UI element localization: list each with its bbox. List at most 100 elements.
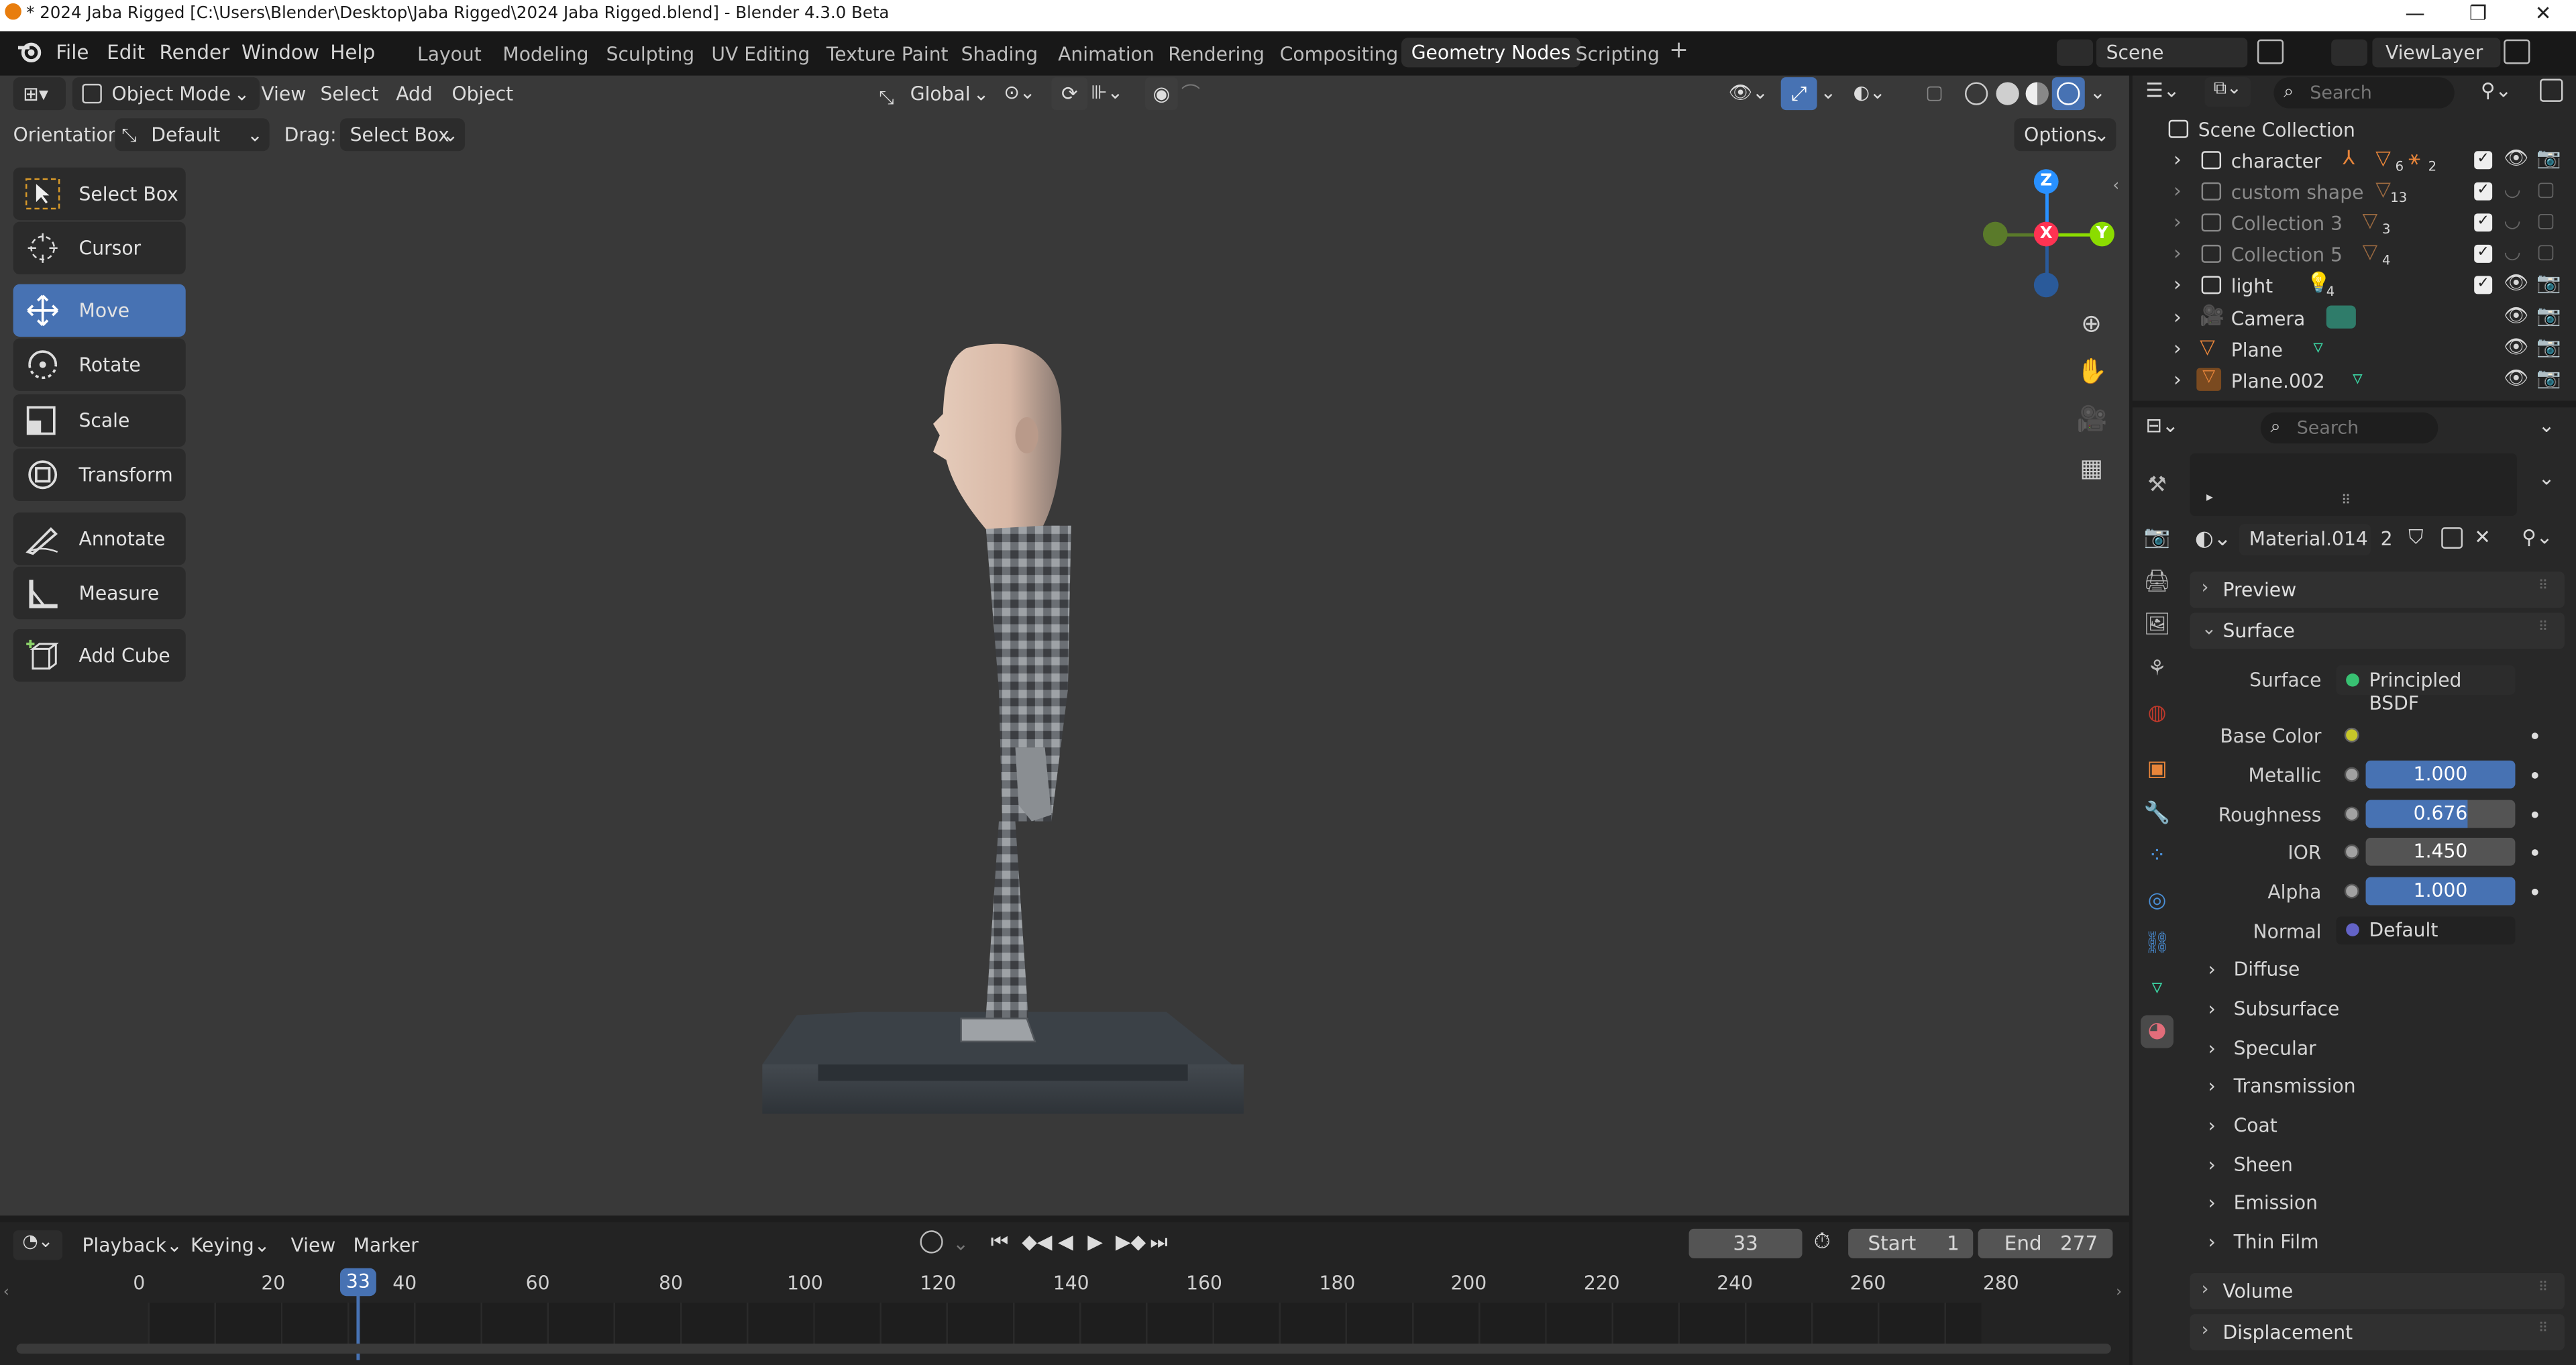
jump-start-icon[interactable]: ⏮: [991, 1230, 1008, 1255]
subsection-diffuse[interactable]: › Diffuse: [2208, 958, 2300, 981]
tool-move[interactable]: Move: [13, 284, 186, 337]
subsection-specular[interactable]: › Specular: [2208, 1036, 2316, 1059]
new-scene-icon[interactable]: [2257, 39, 2284, 64]
resize-handle-icon[interactable]: ⠿: [2341, 493, 2351, 508]
view-layer-tab-icon[interactable]: 🖼: [2141, 610, 2174, 643]
eye-closed-icon[interactable]: ◡: [2504, 177, 2521, 200]
menu-window[interactable]: Window: [241, 41, 319, 64]
expand-arrow-icon[interactable]: ›: [2174, 337, 2182, 360]
outliner-item-camera[interactable]: › 🎥 Camera 👁 📷: [2136, 304, 2573, 335]
chevron-down-icon[interactable]: ⌄: [953, 1232, 969, 1255]
tool-cursor[interactable]: Cursor: [13, 221, 186, 274]
render-camera-icon[interactable]: 📷: [2536, 366, 2561, 389]
close-button[interactable]: ✕: [2535, 1, 2552, 24]
eye-icon[interactable]: 👁: [2504, 146, 2528, 169]
subsection-coat[interactable]: › Coat: [2208, 1113, 2277, 1136]
transform-orientation-dropdown[interactable]: ⤡ Global ⌄: [871, 77, 992, 110]
chevron-down-icon[interactable]: ⌄: [2090, 80, 2106, 103]
proportional-edit-icon[interactable]: ◉: [1144, 77, 1178, 111]
value-socket-icon[interactable]: [2344, 767, 2359, 782]
menu-help[interactable]: Help: [330, 41, 375, 64]
tab-scripting[interactable]: Scripting: [1576, 43, 1660, 66]
constraints-tab-icon[interactable]: ⛓: [2141, 928, 2174, 961]
menu-render[interactable]: Render: [160, 41, 230, 64]
next-keyframe-icon[interactable]: ▶◆: [1116, 1230, 1146, 1253]
keyframe-dot-icon[interactable]: [2531, 849, 2538, 856]
tool-scale[interactable]: Scale: [13, 394, 186, 447]
menu-view[interactable]: View: [261, 82, 306, 105]
scene-render[interactable]: [723, 329, 1282, 1134]
output-tab-icon[interactable]: 🖨: [2141, 567, 2174, 600]
prev-keyframe-icon[interactable]: ◆◀: [1022, 1230, 1052, 1253]
snap-toggle-icon[interactable]: ⟳: [1051, 77, 1088, 111]
timeline-marker-menu[interactable]: Marker: [354, 1234, 419, 1256]
material-browse-icon[interactable]: ◐⌄: [2195, 527, 2231, 552]
keying-menu[interactable]: Keying⌄: [180, 1229, 276, 1262]
render-camera-icon[interactable]: 📷: [2536, 271, 2561, 294]
render-disabled-icon[interactable]: ▢: [2536, 240, 2555, 263]
tab-uv-editing[interactable]: UV Editing: [711, 43, 810, 66]
tool-annotate[interactable]: Annotate: [13, 512, 186, 565]
options-chevron-icon[interactable]: ⌄: [2538, 414, 2555, 437]
display-mode-icon[interactable]: ⧉⌄: [2204, 77, 2251, 107]
timeline-editor-type-icon[interactable]: ◔⌄: [13, 1230, 63, 1260]
falloff-icon[interactable]: ⌒: [1181, 80, 1200, 107]
menu-edit[interactable]: Edit: [107, 41, 145, 64]
tab-texture-paint[interactable]: Texture Paint: [826, 43, 949, 66]
eye-closed-icon[interactable]: ◡: [2504, 209, 2521, 231]
shading-rendered-icon[interactable]: [2051, 77, 2085, 111]
roughness-slider[interactable]: 0.676: [2365, 800, 2516, 828]
pan-hand-icon[interactable]: ✋: [2077, 356, 2108, 386]
value-socket-icon[interactable]: [2344, 844, 2359, 859]
gizmo-neg-y-axis[interactable]: [1982, 221, 2008, 247]
menu-select[interactable]: Select: [321, 82, 379, 105]
maximize-button[interactable]: ❐: [2469, 1, 2487, 24]
perspective-grid-icon[interactable]: ▦: [2077, 453, 2106, 483]
navigation-gizmo[interactable]: Z X Y: [1978, 169, 2116, 301]
render-camera-icon[interactable]: 📷: [2536, 146, 2561, 169]
expand-arrow-icon[interactable]: ›: [2174, 210, 2182, 233]
gizmo-x-axis[interactable]: X: [2033, 221, 2059, 247]
eye-icon[interactable]: 👁: [2504, 366, 2528, 389]
timeline-view-menu[interactable]: View: [290, 1234, 335, 1256]
mode-dropdown[interactable]: Object Mode ⌄: [72, 77, 260, 111]
shading-material-icon[interactable]: [2025, 82, 2049, 105]
sidebar-toggle-icon[interactable]: ‹: [2112, 177, 2119, 195]
properties-editor-type-icon[interactable]: ⊟⌄: [2145, 414, 2178, 437]
overlays-icon[interactable]: ◐⌄: [1853, 80, 1885, 103]
editor-type-button[interactable]: ⊞▾: [13, 77, 66, 111]
gizmo-y-axis[interactable]: Y: [2090, 221, 2114, 247]
section-surface[interactable]: ⌄ Surface ⠿: [2190, 612, 2565, 649]
subsection-emission[interactable]: › Emission: [2208, 1191, 2317, 1214]
scroll-left-icon[interactable]: ‹: [3, 1285, 9, 1301]
auto-keying-icon[interactable]: [920, 1230, 943, 1254]
tool-tab-icon[interactable]: ⚒: [2141, 470, 2174, 502]
expand-arrow-icon[interactable]: ›: [2174, 368, 2182, 391]
duplicate-material-icon[interactable]: [2441, 527, 2463, 549]
value-socket-icon[interactable]: [2344, 806, 2359, 822]
play-reverse-icon[interactable]: ◀: [1058, 1230, 1073, 1253]
scroll-right-icon[interactable]: ›: [2116, 1285, 2122, 1301]
material-users-count[interactable]: 2: [2381, 527, 2393, 550]
outliner-item-collection-3[interactable]: › Collection 3 ▽ 3 ✓ ◡ ▢: [2136, 209, 2573, 240]
play-icon[interactable]: ▶: [1087, 1230, 1103, 1253]
camera-view-icon[interactable]: 🎥: [2077, 404, 2108, 433]
new-view-layer-icon[interactable]: [2504, 39, 2530, 64]
tool-measure[interactable]: Measure: [13, 566, 186, 620]
tab-animation[interactable]: Animation: [1058, 43, 1155, 66]
include-checkbox[interactable]: ✓: [2474, 276, 2493, 294]
render-tab-icon[interactable]: 📷: [2141, 523, 2174, 555]
eye-closed-icon[interactable]: ◡: [2504, 240, 2521, 263]
tool-transform[interactable]: Transform: [13, 448, 186, 501]
tool-select-box[interactable]: Select Box: [13, 167, 186, 221]
tool-add-cube[interactable]: Add Cube: [13, 629, 186, 682]
outliner-item-light[interactable]: › light 💡 4 ✓ 👁 📷: [2136, 271, 2573, 303]
properties-search-input[interactable]: ⌕ Search: [2260, 412, 2438, 444]
stopwatch-icon[interactable]: ⏱: [1814, 1230, 1831, 1255]
expand-arrow-icon[interactable]: ›: [2174, 179, 2182, 202]
zoom-icon[interactable]: ⊕: [2077, 309, 2106, 338]
shading-wireframe-icon[interactable]: [1965, 82, 1988, 105]
end-frame-field[interactable]: End 277: [1978, 1228, 2113, 1258]
modifier-tab-icon[interactable]: 🔧: [2141, 798, 2174, 831]
unlink-material-icon[interactable]: ✕: [2474, 526, 2491, 549]
